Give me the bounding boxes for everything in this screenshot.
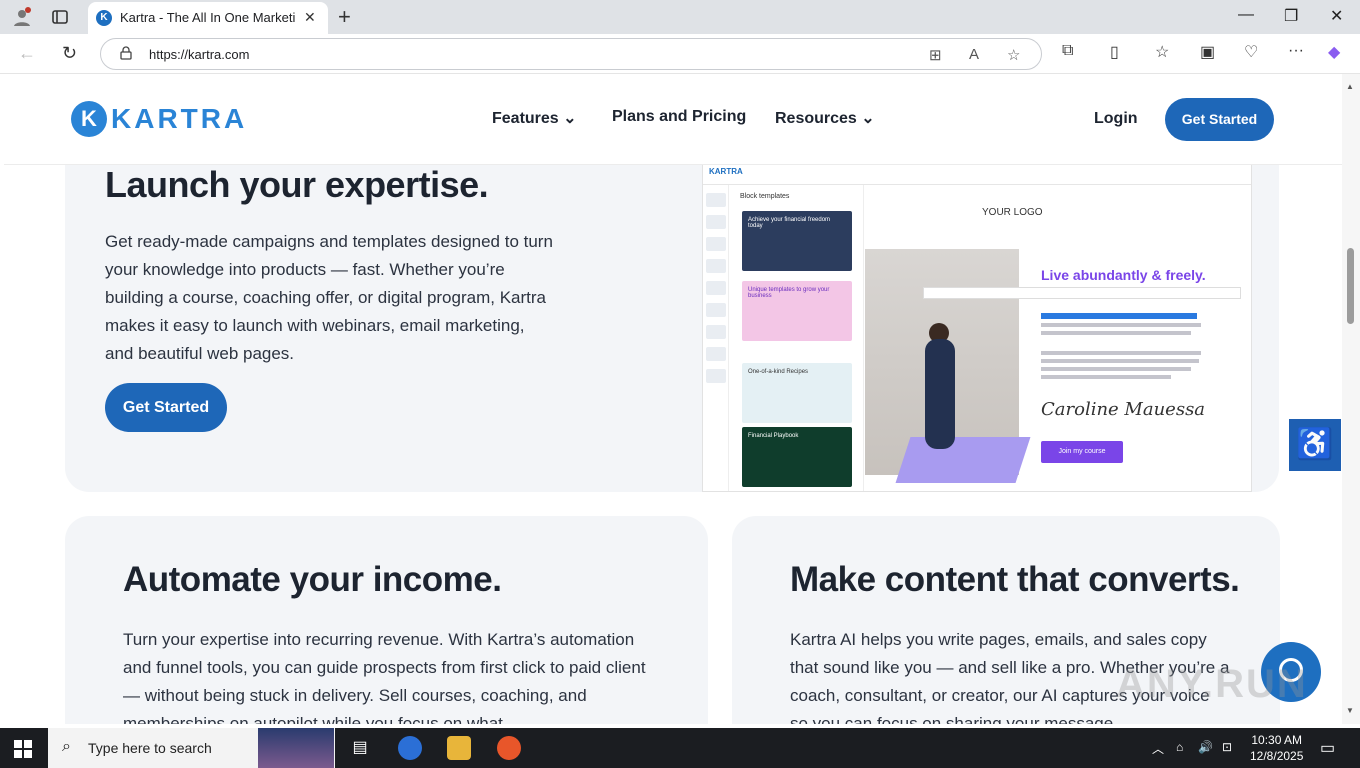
lock-icon[interactable] <box>119 46 133 60</box>
mock-headline: Live abundantly & freely. <box>1041 267 1206 283</box>
template-thumb: One-of-a-kind Recipes <box>742 363 852 423</box>
close-tab-icon[interactable]: ✕ <box>304 9 316 26</box>
hero-card: Launch your expertise. Get ready-made ca… <box>65 134 1279 492</box>
copilot-icon[interactable]: ◆ <box>1328 42 1340 62</box>
automate-title: Automate your income. <box>123 560 502 599</box>
network-icon[interactable]: ⌂ <box>1176 740 1183 754</box>
kartra-logo[interactable]: K KARTRA <box>71 101 247 137</box>
url-text[interactable]: https://kartra.com <box>149 47 249 62</box>
editor-topbar: KARTRA <box>703 163 1251 185</box>
text-line <box>1041 323 1201 327</box>
close-window-icon[interactable]: ✕ <box>1330 6 1343 26</box>
edge-browser-icon[interactable] <box>398 736 422 760</box>
your-logo-placeholder: YOUR LOGO <box>982 207 1043 218</box>
yoga-photo <box>865 249 1031 483</box>
task-view-icon[interactable]: ▤ <box>348 736 372 760</box>
yoga-figure <box>925 339 955 449</box>
kartra-logo-icon: K <box>71 101 107 137</box>
signature: Caroline Mauessa <box>1041 399 1206 420</box>
automate-body: Turn your expertise into recurring reven… <box>123 630 646 724</box>
clock-time: 10:30 AM <box>1251 733 1303 747</box>
split-screen-icon[interactable]: ▯ <box>1110 42 1119 62</box>
tab-actions-icon[interactable] <box>50 7 70 27</box>
editor-screenshot: KARTRA Block templates Achieve your fina… <box>702 162 1252 492</box>
chevron-down-icon: ⌄ <box>563 110 577 127</box>
file-explorer-icon[interactable] <box>447 736 471 760</box>
template-thumb: Achieve your financial freedom today <box>742 211 852 271</box>
nav-features-label: Features <box>492 110 559 127</box>
text-line <box>1041 375 1171 379</box>
editor-sidebar <box>703 185 729 491</box>
automate-card: Automate your income. Turn your expertis… <box>65 516 708 724</box>
browser-tab[interactable]: K Kartra - The All In One Marketing ✕ <box>88 2 328 34</box>
editor-canvas: YOUR LOGO Live abundantly & freely. Caro… <box>865 185 1251 491</box>
text-line <box>1041 367 1191 371</box>
yoga-mat <box>895 437 1031 483</box>
browser-tab-bar: K Kartra - The All In One Marketing ✕ + … <box>0 0 1360 34</box>
hero-title: Launch your expertise. <box>105 164 489 205</box>
join-course-button: Join my course <box>1041 441 1123 463</box>
login-link[interactable]: Login <box>1094 110 1138 128</box>
scroll-up-icon[interactable]: ▲ <box>1346 82 1354 91</box>
clock-date: 12/8/2025 <box>1250 749 1304 763</box>
minimize-icon[interactable]: — <box>1238 6 1254 24</box>
selected-text <box>1041 313 1197 319</box>
windows-taskbar: ⌕ Type here to search ▤ ︿ ⌂ 🔊 ⊡ 10:30 AM… <box>0 728 1360 768</box>
taskbar-search-placeholder: Type here to search <box>88 740 212 756</box>
app-available-icon[interactable]: ⊞ <box>929 46 942 64</box>
search-icon: ⌕ <box>62 738 71 755</box>
collections-icon[interactable]: ▣ <box>1200 42 1215 62</box>
restore-icon[interactable]: ❐ <box>1284 6 1298 26</box>
hero-body: Get ready-made campaigns and templates d… <box>105 232 553 363</box>
nav-resources[interactable]: Resources ⌄ <box>775 108 875 128</box>
text-line <box>1041 351 1201 355</box>
tray-chevron-icon[interactable]: ︿ <box>1152 740 1164 757</box>
read-aloud-icon[interactable]: A <box>969 46 979 63</box>
scroll-down-icon[interactable]: ▼ <box>1346 706 1354 715</box>
windows-start-icon[interactable] <box>14 740 32 758</box>
extensions-icon[interactable]: ⧉ <box>1062 42 1073 60</box>
search-highlight-image <box>258 728 334 768</box>
site-header: K KARTRA Features ⌄ Plans and Pricing Re… <box>4 74 1342 165</box>
panel-title: Block templates <box>740 193 790 200</box>
taskbar-clock[interactable]: 10:30 AM 12/8/2025 <box>1250 732 1303 764</box>
text-line <box>1041 359 1199 363</box>
kartra-logo-text: KARTRA <box>111 103 248 134</box>
editor-brand: KARTRA <box>709 167 743 176</box>
text-line <box>1041 331 1191 335</box>
header-get-started-button[interactable]: Get Started <box>1165 98 1274 141</box>
template-thumb: Unique templates to grow your business <box>742 281 852 341</box>
language-icon[interactable]: ⊡ <box>1222 740 1232 754</box>
content-title: Make content that converts. <box>790 560 1240 599</box>
nav-resources-label: Resources <box>775 110 857 127</box>
address-bar[interactable]: https://kartra.com ⊞ A ☆ <box>100 38 1042 70</box>
back-icon[interactable]: ← <box>18 43 36 64</box>
page-scrollbar[interactable]: ▲ ▼ <box>1342 74 1360 724</box>
notifications-icon[interactable]: ▭ <box>1320 738 1335 758</box>
accessibility-icon[interactable]: ♿ <box>1289 419 1341 471</box>
nav-plans-label: Plans and Pricing <box>612 108 747 125</box>
browser-essentials-icon[interactable]: ♡ <box>1244 42 1258 62</box>
web-page: K KARTRA Features ⌄ Plans and Pricing Re… <box>4 74 1342 724</box>
profile-icon[interactable] <box>12 7 32 27</box>
template-thumb: Financial Playbook <box>742 427 852 487</box>
tab-title: Kartra - The All In One Marketing <box>120 10 295 25</box>
nav-features[interactable]: Features ⌄ <box>492 108 577 128</box>
favicon-icon: K <box>96 10 112 26</box>
favorites-icon[interactable]: ☆ <box>1155 42 1169 62</box>
more-menu-icon[interactable]: ··· <box>1288 42 1304 60</box>
favorite-star-icon[interactable]: ☆ <box>1007 46 1020 64</box>
volume-icon[interactable]: 🔊 <box>1198 740 1213 754</box>
scrollbar-thumb[interactable] <box>1347 248 1354 324</box>
chevron-down-icon: ⌄ <box>861 110 875 127</box>
new-tab-icon[interactable]: + <box>338 4 351 30</box>
watermark: ANY.RUN <box>1116 662 1308 706</box>
text-format-toolbar <box>923 287 1241 299</box>
refresh-icon[interactable]: ↻ <box>62 43 77 64</box>
nav-plans-pricing[interactable]: Plans and Pricing <box>612 108 746 126</box>
hero-get-started-button[interactable]: Get Started <box>105 383 227 432</box>
taskbar-search-box[interactable]: ⌕ Type here to search <box>48 728 335 768</box>
firefox-icon[interactable] <box>497 736 521 760</box>
block-templates-panel: Block templates Achieve your financial f… <box>730 185 864 491</box>
